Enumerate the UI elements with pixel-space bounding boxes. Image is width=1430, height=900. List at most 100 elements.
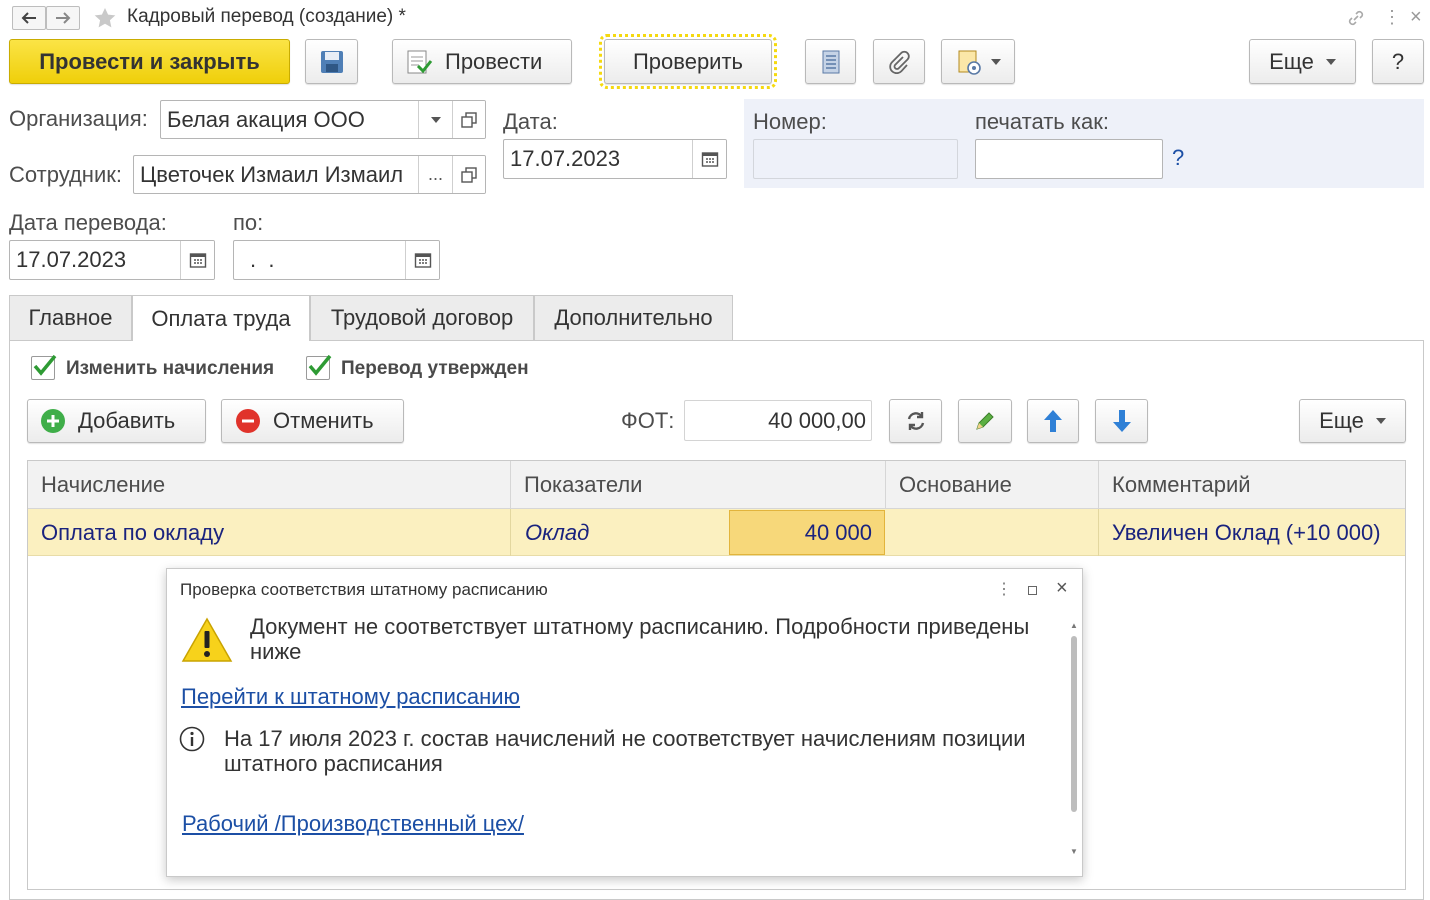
- post-label: Провести: [445, 48, 543, 74]
- fot-field[interactable]: 40 000,00: [684, 400, 872, 441]
- to-date-calendar-button[interactable]: [405, 241, 439, 279]
- check-label: Проверить: [632, 48, 744, 74]
- back-button[interactable]: [12, 6, 46, 30]
- move-down-button[interactable]: [1095, 399, 1148, 443]
- employee-open-button[interactable]: [452, 156, 485, 193]
- date-value: 17.07.2023: [510, 146, 621, 171]
- scroll-thumb[interactable]: [1071, 636, 1077, 812]
- row-basis[interactable]: [899, 509, 1089, 556]
- row-indicator-value-text: 40 000: [804, 519, 872, 545]
- org-label: Организация:: [9, 106, 148, 131]
- transfer-date-calendar-button[interactable]: [180, 241, 214, 279]
- transfer-date-field[interactable]: 17.07.2023: [9, 240, 215, 280]
- org-dropdown-button[interactable]: [418, 101, 452, 138]
- post-button[interactable]: Провести: [392, 39, 572, 84]
- row-accrual[interactable]: Оплата по окладу: [41, 509, 501, 556]
- plus-circle-icon: [41, 409, 65, 433]
- dialog-maximize-icon[interactable]: [1028, 586, 1037, 595]
- employee-field[interactable]: Цветочек Измаил Измаил ...: [133, 155, 486, 194]
- print-as-field[interactable]: [975, 139, 1163, 179]
- minus-circle-icon: [236, 409, 260, 433]
- title-more-icon[interactable]: ⋮: [1383, 7, 1401, 27]
- open-window-icon: [461, 111, 477, 128]
- link-position[interactable]: Рабочий /Производственный цех/: [182, 811, 524, 837]
- transfer-date-value: 17.07.2023: [16, 247, 127, 272]
- more-button[interactable]: Еще: [1249, 39, 1356, 84]
- cancel-button[interactable]: Отменить: [221, 399, 404, 443]
- date-label: Дата:: [503, 109, 558, 134]
- post-document-icon: [407, 50, 433, 73]
- pencil-icon: [976, 412, 994, 430]
- transfer-date-label: Дата перевода:: [9, 210, 167, 235]
- to-date-field[interactable]: . .: [233, 240, 440, 280]
- org-open-button[interactable]: [452, 101, 485, 138]
- list-icon: [822, 50, 839, 73]
- table-more-button[interactable]: Еще: [1299, 399, 1406, 443]
- header-indicators[interactable]: Показатели: [511, 461, 886, 509]
- fot-label: ФОТ:: [621, 408, 675, 433]
- open-window-icon: [461, 166, 477, 183]
- checkmark-icon: [33, 354, 57, 376]
- to-date-value: . .: [250, 247, 275, 272]
- row-indicator[interactable]: Оклад: [525, 509, 725, 556]
- attach-button[interactable]: [873, 39, 925, 84]
- scroll-down-arrow[interactable]: ▼: [1070, 847, 1078, 856]
- row-separator: [1098, 509, 1099, 556]
- transfer-approved-checkbox[interactable]: [306, 354, 332, 380]
- employee-value: Цветочек Измаил Измаил: [140, 161, 404, 187]
- close-icon[interactable]: ×: [1410, 6, 1422, 29]
- org-field[interactable]: Белая акация ООО: [160, 100, 486, 139]
- link-staffing-schedule[interactable]: Перейти к штатному расписанию: [181, 684, 520, 710]
- star-icon[interactable]: [93, 7, 117, 29]
- arrow-left-icon: [21, 12, 36, 24]
- info-icon: [179, 726, 205, 752]
- dialog-close-icon[interactable]: ×: [1056, 577, 1068, 600]
- calendar-icon: [414, 253, 431, 268]
- tab-payroll[interactable]: Оплата труда: [132, 295, 310, 341]
- scroll-up-arrow[interactable]: ▲: [1070, 621, 1078, 630]
- change-accruals-label[interactable]: Изменить начисления: [66, 358, 274, 380]
- date-field[interactable]: 17.07.2023: [503, 139, 727, 179]
- print-as-help-link[interactable]: ?: [1172, 145, 1184, 171]
- dialog-more-icon[interactable]: ⋮: [996, 579, 1012, 599]
- transfer-approved-label[interactable]: Перевод утвержден: [341, 358, 529, 380]
- tab-main[interactable]: Главное: [9, 295, 132, 340]
- employee-select-button[interactable]: ...: [418, 156, 452, 193]
- forward-button[interactable]: [46, 6, 80, 30]
- help-button[interactable]: ?: [1372, 39, 1424, 84]
- employee-label: Сотрудник:: [9, 162, 122, 187]
- date-calendar-button[interactable]: [692, 140, 726, 178]
- calendar-icon: [189, 253, 206, 268]
- print-menu-button[interactable]: [941, 39, 1015, 84]
- document-list-button[interactable]: [805, 39, 856, 84]
- header-comment[interactable]: Комментарий: [1099, 461, 1405, 509]
- header-accrual[interactable]: Начисление: [28, 461, 511, 509]
- tab-additional[interactable]: Дополнительно: [534, 295, 733, 340]
- checkmark-icon: [308, 354, 332, 376]
- tab-employment-contract[interactable]: Трудовой договор: [310, 295, 534, 340]
- employee-ellipsis: ...: [427, 164, 443, 184]
- change-accruals-checkbox[interactable]: [31, 354, 57, 380]
- check-button[interactable]: Проверить: [599, 34, 777, 89]
- move-up-button[interactable]: [1027, 399, 1079, 443]
- header-basis[interactable]: Основание: [886, 461, 1099, 509]
- number-panel: Номер: печатать как: ?: [744, 99, 1424, 188]
- edit-button[interactable]: [958, 399, 1012, 443]
- help-label: ?: [1391, 48, 1405, 74]
- arrow-down-icon: [1112, 410, 1131, 432]
- post-and-close-button[interactable]: Провести и закрыть: [9, 39, 290, 84]
- number-label: Номер:: [753, 109, 827, 134]
- dialog-scrollbar[interactable]: ▲ ▼: [1069, 621, 1079, 861]
- link-icon[interactable]: [1347, 9, 1365, 27]
- add-label: Добавить: [78, 408, 176, 433]
- save-button[interactable]: [305, 39, 358, 84]
- refresh-button[interactable]: [889, 399, 942, 443]
- table-more-label: Еще: [1319, 408, 1364, 433]
- add-button[interactable]: Добавить: [27, 399, 206, 443]
- to-label: по:: [233, 210, 264, 235]
- arrow-up-icon: [1044, 410, 1062, 432]
- number-field[interactable]: [753, 139, 958, 179]
- staffing-check-dialog: Проверка соответствия штатному расписани…: [166, 568, 1083, 877]
- row-comment[interactable]: Увеличен Оклад (+10 000): [1112, 509, 1404, 556]
- row-indicator-value[interactable]: 40 000: [729, 510, 885, 555]
